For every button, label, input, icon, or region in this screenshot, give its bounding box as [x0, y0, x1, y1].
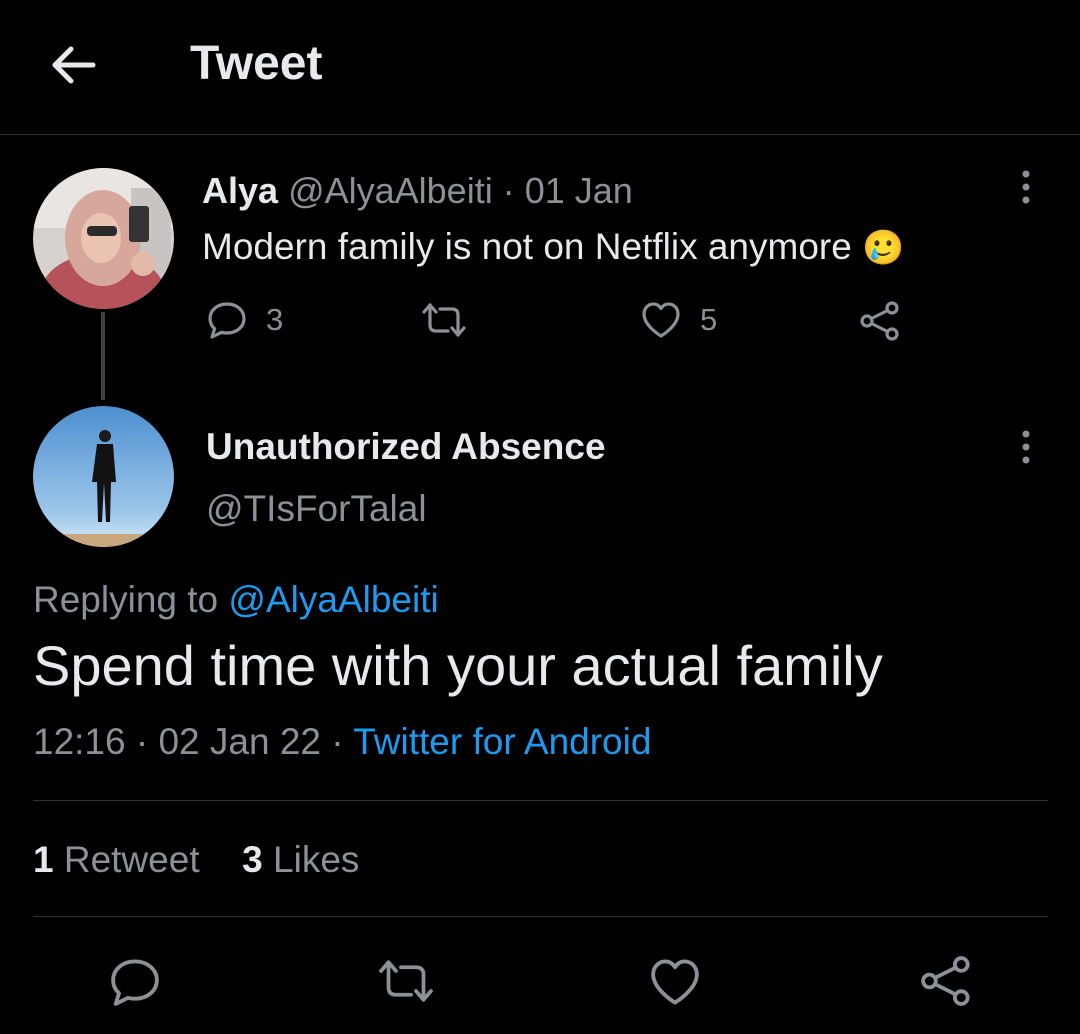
main-tweet-text: Spend time with your actual family: [33, 634, 883, 697]
top-bar: Tweet: [0, 0, 1080, 134]
parent-share-button[interactable]: [858, 300, 902, 342]
retweets-stat[interactable]: 1 Retweet: [33, 839, 210, 880]
parent-tweet-text: Modern family is not on Netflix anymore: [202, 226, 852, 267]
meta-divider: [33, 800, 1048, 801]
retweet-icon: [422, 303, 466, 337]
likes-label: Likes: [273, 839, 360, 880]
replying-to-handle[interactable]: @AlyaAlbeiti: [228, 579, 438, 620]
replying-to-row: Replying to @AlyaAlbeiti: [33, 578, 439, 622]
meta-separator-1: ·: [135, 721, 149, 762]
avatar-unauthorized-absence[interactable]: [33, 406, 174, 547]
share-button[interactable]: [918, 954, 974, 1008]
parent-author-handle[interactable]: @AlyaAlbeiti: [288, 170, 493, 211]
retweet-button[interactable]: [376, 956, 436, 1006]
parent-reply-button[interactable]: 3: [206, 300, 283, 340]
parent-tweet-header: Alya @AlyaAlbeiti · 01 Jan: [202, 170, 633, 212]
main-more-icon[interactable]: [1014, 428, 1038, 468]
likes-count: 3: [242, 839, 263, 880]
page-title: Tweet: [190, 37, 323, 90]
smiling-tear-emoji: 🥲: [862, 229, 905, 267]
thread-connector-line: [101, 312, 105, 400]
parent-date[interactable]: 01 Jan: [525, 170, 633, 211]
main-author-handle[interactable]: @TIsForTalal: [206, 487, 427, 531]
retweets-count: 1: [33, 839, 54, 880]
parent-more-icon[interactable]: [1014, 168, 1038, 208]
back-arrow-icon[interactable]: [44, 40, 104, 90]
reply-icon: [208, 302, 246, 339]
heart-icon: [651, 959, 699, 1005]
meta-separator-2: ·: [331, 721, 344, 762]
like-button[interactable]: [648, 956, 702, 1008]
stats-divider: [33, 916, 1048, 917]
engagement-stats: 1 Retweet 3 Likes: [33, 838, 359, 882]
heart-icon: [642, 302, 680, 338]
retweets-label: Retweet: [63, 839, 200, 880]
tweet-meta-row: 12:16 · 02 Jan 22 · Twitter for Android: [33, 720, 651, 764]
parent-retweet-button[interactable]: [420, 300, 468, 340]
reply-icon: [111, 959, 159, 1006]
tweet-time: 12:16: [33, 721, 126, 762]
reply-button[interactable]: [108, 956, 162, 1008]
parent-tweet-text-row: Modern family is not on Netflix anymore …: [202, 225, 904, 270]
tweet-source-link[interactable]: Twitter for Android: [353, 721, 651, 762]
main-author-name[interactable]: Unauthorized Absence: [206, 425, 606, 469]
parent-like-button[interactable]: 5: [640, 300, 717, 340]
replying-to-label: Replying to: [33, 579, 219, 620]
tweet-date: 02 Jan 22: [158, 721, 322, 762]
share-icon: [921, 956, 970, 1006]
parent-separator: ·: [502, 170, 515, 211]
avatar-alya[interactable]: [33, 168, 174, 309]
parent-author-name[interactable]: Alya: [202, 170, 278, 211]
share-icon: [860, 301, 899, 341]
parent-reply-count: 3: [266, 302, 284, 337]
header-divider: [0, 134, 1080, 135]
retweet-icon: [379, 960, 433, 1002]
likes-stat[interactable]: 3 Likes: [242, 839, 359, 880]
parent-like-count: 5: [700, 302, 718, 337]
